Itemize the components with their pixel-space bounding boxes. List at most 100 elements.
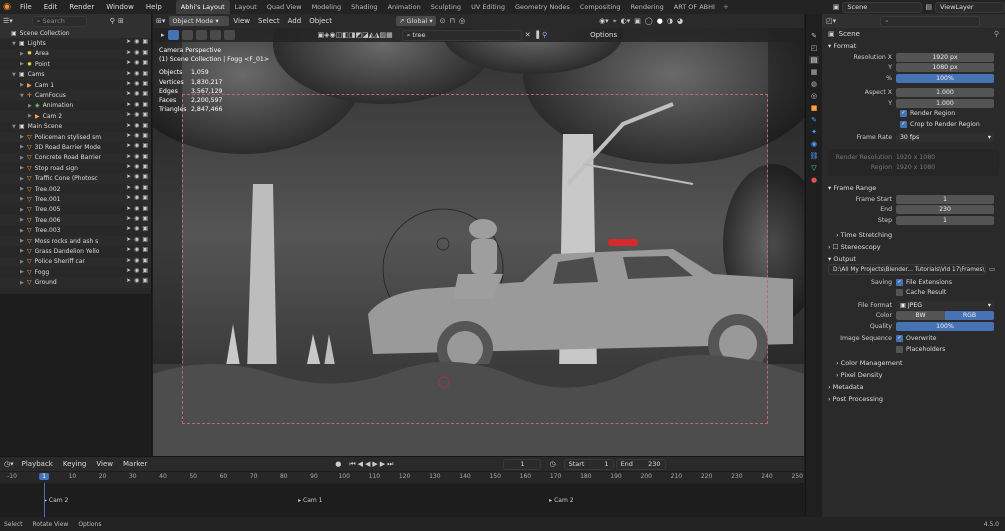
clear-search-icon[interactable]: ✕ (525, 31, 531, 39)
select-arrow-icon[interactable]: ➤ (126, 246, 131, 253)
menu-edit[interactable]: Edit (38, 3, 64, 11)
editor-type-icon[interactable]: ◷▾ (4, 460, 14, 468)
outliner-row[interactable]: ▶ ▽ Tree.002 ➤ ◉ ▣ (0, 184, 151, 194)
eye-icon[interactable]: ◉ (134, 122, 139, 129)
frame-range-panel-header[interactable]: ▾ Frame Range (822, 182, 1005, 194)
properties-search-input[interactable]: ⌕ (880, 15, 981, 27)
outliner-row[interactable]: ▶ ◈ Animation ➤ ◉ ▣ (0, 101, 151, 111)
eye-icon[interactable]: ◉ (134, 90, 139, 97)
menu-render[interactable]: Render (63, 3, 100, 11)
tab-workspace[interactable]: Rendering (626, 0, 669, 14)
select-arrow-icon[interactable]: ➤ (126, 257, 131, 264)
editor-type-icon[interactable]: ☰▾ (3, 17, 13, 25)
select-arrow-icon[interactable]: ➤ (126, 132, 131, 139)
expand-down-icon[interactable]: ▼ (12, 72, 19, 78)
particles-tab-icon[interactable]: ✦ (811, 128, 817, 136)
camera-render-icon[interactable]: ▣ (142, 215, 148, 222)
outliner-row[interactable]: ▶ ▽ 3D Road Barrier Mode ➤ ◉ ▣ (0, 142, 151, 152)
camera-render-icon[interactable]: ▣ (142, 246, 148, 253)
tool-tab-icon[interactable]: ✎ (811, 32, 817, 40)
eye-icon[interactable]: ◉ (134, 236, 139, 243)
expand-right-icon[interactable]: ▶ (20, 134, 27, 140)
tab-workspace[interactable]: Modeling (307, 0, 347, 14)
filter-toggles-icon[interactable]: ▣◈◉◫◧◨◩◪◭◮▨▦ (318, 31, 393, 39)
filter-icon[interactable]: ⚲ (542, 31, 547, 39)
outliner-row[interactable]: ▶ ▶ Cam 1 ➤ ◉ ▣ (0, 80, 151, 90)
select-arrow-icon[interactable]: ➤ (126, 90, 131, 97)
data-tab-icon[interactable]: ▽ (811, 164, 816, 172)
select-arrow-icon[interactable]: ➤ (126, 122, 131, 129)
physics-tab-icon[interactable]: ◉ (811, 140, 817, 148)
scene-selector[interactable]: Scene (842, 1, 923, 13)
overlay-icon[interactable]: ◐▾ (621, 17, 631, 25)
camera-render-icon[interactable]: ▣ (142, 163, 148, 170)
eye-icon[interactable]: ◉ (134, 142, 139, 149)
outliner-row[interactable]: ▶ ▽ Moss rocks and ash s ➤ ◉ ▣ (0, 235, 151, 247)
expand-right-icon[interactable]: ▶ (20, 207, 27, 213)
tab-workspace[interactable]: UV Editing (466, 0, 510, 14)
outliner-row[interactable]: ▶ ▽ Traffic Cone (Photosc ➤ ◉ ▣ (0, 173, 151, 184)
timeline-marker[interactable]: ▸ Cam 2 (549, 497, 573, 504)
outliner-row[interactable]: ▼ ▣ Lights ➤ ◉ ▣ (0, 38, 151, 48)
outliner-row[interactable]: ▶ ▽ Tree.001 ➤ ◉ ▣ (0, 194, 151, 205)
outliner-row[interactable]: ▼ ▣ Main Scene ➤ ◉ ▣ (0, 122, 151, 132)
expand-right-icon[interactable]: ▶ (20, 280, 27, 286)
select-arrow-icon[interactable]: ➤ (126, 59, 131, 66)
camera-render-icon[interactable]: ▣ (142, 184, 148, 191)
blender-logo-icon[interactable]: ◉ (0, 0, 14, 14)
select-arrow-icon[interactable]: ➤ (126, 236, 131, 243)
expand-right-icon[interactable]: ▶ (20, 61, 27, 67)
outliner-row[interactable]: ▣ Scene Collection (0, 28, 151, 39)
camera-render-icon[interactable]: ▣ (142, 142, 148, 149)
camera-render-icon[interactable]: ▣ (142, 70, 148, 77)
folder-icon[interactable]: ▭ (989, 266, 995, 273)
bookmark-icon[interactable]: ▐ (534, 31, 539, 39)
camera-render-icon[interactable]: ▣ (142, 90, 148, 97)
outliner-row[interactable]: ▶ ▽ Fogg ➤ ◉ ▣ (0, 267, 151, 277)
menu-add[interactable]: Add (288, 17, 302, 25)
camera-render-icon[interactable]: ▣ (142, 267, 148, 274)
pivot-icon[interactable]: ⊙ (440, 17, 446, 25)
camera-render-icon[interactable]: ▣ (142, 59, 148, 66)
camera-render-icon[interactable]: ▣ (142, 38, 148, 45)
world-tab-icon[interactable]: ◎ (811, 92, 817, 100)
camera-render-icon[interactable]: ▣ (142, 194, 148, 201)
select-mode-2-icon[interactable] (195, 30, 207, 40)
view-layer-selector[interactable]: ViewLayer (935, 1, 1005, 13)
outliner-row[interactable]: ▶ ✹ Area ➤ ◉ ▣ (0, 48, 151, 60)
timeline-marker[interactable]: ▸ Cam 2 (44, 497, 68, 504)
eye-icon[interactable]: ◉ (134, 267, 139, 274)
menu-playback[interactable]: Playback (22, 460, 53, 468)
crop-region-checkbox[interactable]: ✓ Crop to Render Region (822, 119, 1005, 130)
select-arrow-icon[interactable]: ➤ (126, 225, 131, 232)
constraints-tab-icon[interactable]: ⛓ (810, 152, 819, 160)
frame-rate-dropdown[interactable]: 30 fps ▾ (896, 133, 994, 143)
time-stretching-header[interactable]: › Time Stretching (822, 229, 1005, 241)
property-field[interactable]: 1920 px (896, 52, 994, 62)
cache-result-checkbox[interactable] (896, 289, 903, 297)
tab-workspace[interactable]: Compositing (575, 0, 626, 14)
color-management-header[interactable]: › Color Management (822, 357, 1005, 369)
outliner-row[interactable]: ▶ ▽ Tree.003 ➤ ◉ ▣ (0, 225, 151, 235)
select-box-icon[interactable] (167, 30, 179, 40)
playhead[interactable] (44, 483, 45, 517)
expand-right-icon[interactable]: ▶ (20, 186, 27, 192)
camera-render-icon[interactable]: ▣ (142, 132, 148, 139)
add-workspace-icon[interactable]: + (723, 3, 729, 11)
eye-icon[interactable]: ◉ (134, 49, 139, 56)
select-mode-4-icon[interactable] (223, 30, 235, 40)
menu-object[interactable]: Object (309, 17, 332, 25)
expand-right-icon[interactable]: ▶ (28, 113, 35, 119)
expand-right-icon[interactable]: ▶ (20, 144, 27, 150)
property-field[interactable]: 230 (896, 205, 994, 215)
modifiers-tab-icon[interactable]: ✎ (811, 116, 817, 124)
eye-icon[interactable]: ◉ (134, 173, 139, 180)
placeholders-checkbox[interactable] (896, 345, 903, 353)
menu-view[interactable]: View (233, 17, 250, 25)
clock-icon[interactable]: ◷ (549, 460, 555, 468)
select-arrow-icon[interactable]: ➤ (126, 70, 131, 77)
tab-workspace[interactable]: Sculpting (426, 0, 466, 14)
playback-controls[interactable]: ⏮◀◀▶▶⏭ (349, 460, 395, 469)
eye-icon[interactable]: ◉ (134, 246, 139, 253)
camera-render-icon[interactable]: ▣ (142, 236, 148, 243)
